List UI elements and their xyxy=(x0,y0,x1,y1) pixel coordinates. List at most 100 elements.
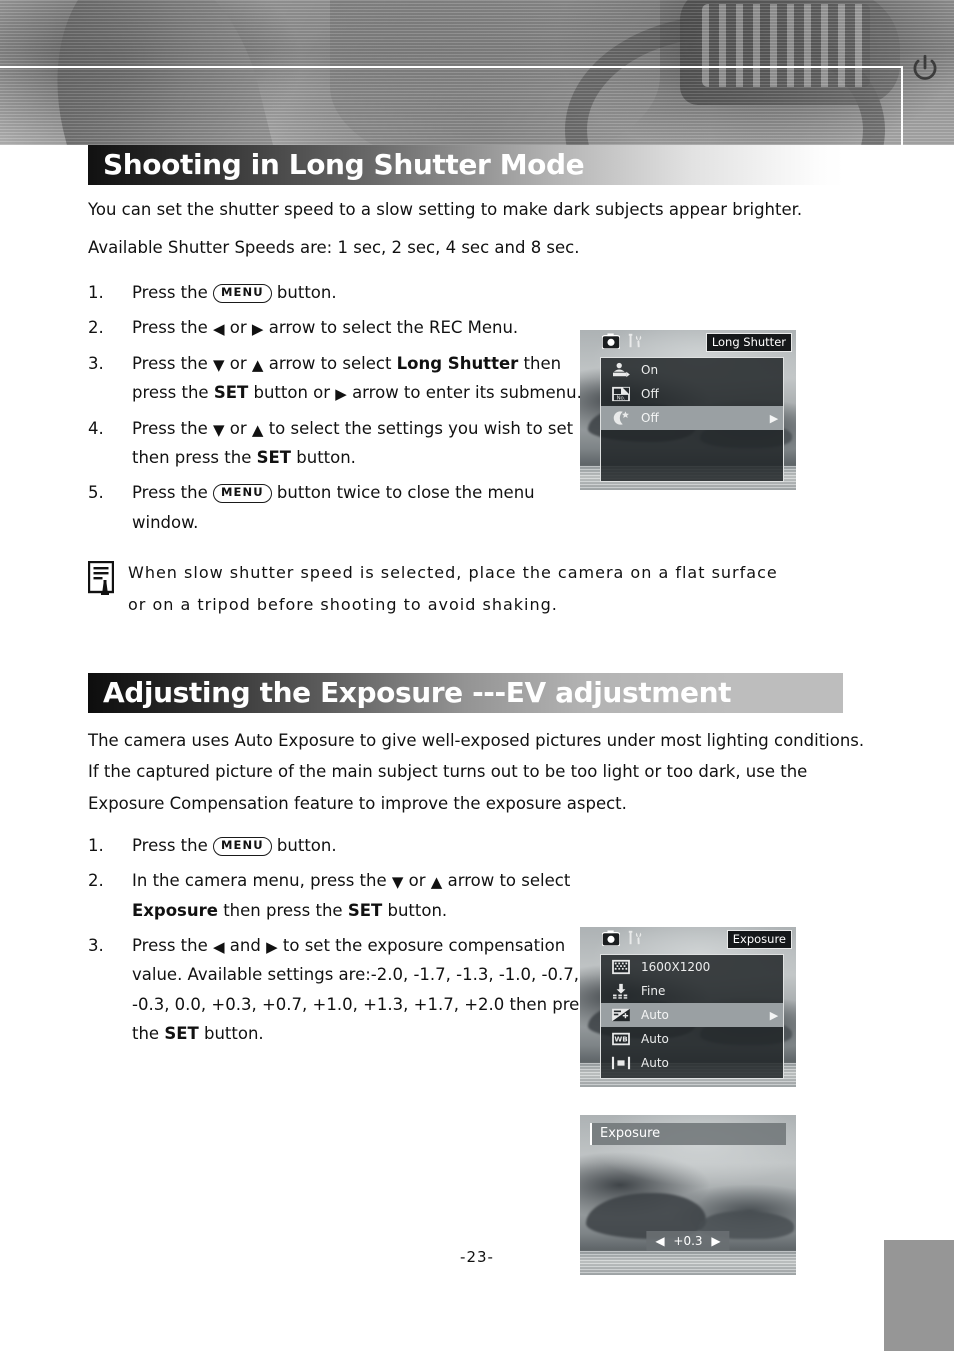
submenu-right-arrow-icon[interactable]: ▶ xyxy=(765,1009,783,1022)
section2-intro: The camera uses Auto Exposure to give we… xyxy=(88,725,878,819)
exposure-icon xyxy=(601,1007,641,1023)
step-text: arrow to select xyxy=(263,353,397,373)
step-number: 3. xyxy=(88,936,104,956)
step-text: or xyxy=(224,318,252,338)
intro-paragraph: You can set the shutter speed to a slow … xyxy=(88,200,803,219)
lcd-menu-row[interactable]: Fine xyxy=(601,979,783,1003)
lcd-menu-row[interactable]: Off ▶ xyxy=(601,406,783,430)
svg-text:No.: No. xyxy=(617,396,626,402)
file-number-icon: No. xyxy=(601,386,641,402)
lcd-menu-row[interactable]: WB Auto xyxy=(601,1027,783,1051)
power-icon xyxy=(913,54,937,80)
emphasis-text: Exposure xyxy=(132,900,218,920)
step-text: Press the xyxy=(132,936,213,956)
down-arrow-icon: ▼ xyxy=(213,355,225,374)
step-number: 1. xyxy=(88,836,104,856)
step-text: Press the xyxy=(132,318,213,338)
note-memo-icon xyxy=(88,561,114,595)
emphasis-text: Long Shutter xyxy=(396,353,519,373)
step-item: 2. Press the ◀ or ▶ arrow to select the R… xyxy=(88,313,602,342)
lcd-menu-value: 1600X1200 xyxy=(641,960,711,974)
long-shutter-moon-icon xyxy=(601,410,641,426)
intro-paragraph: The camera uses Auto Exposure to give we… xyxy=(88,731,865,813)
submenu-right-arrow-icon[interactable]: ▶ xyxy=(765,412,783,425)
ev-value: +0.3 xyxy=(673,1234,703,1248)
white-balance-icon: WB xyxy=(601,1031,641,1047)
lcd-menu-value: Off xyxy=(641,387,659,401)
step-item: 3. Press the ▼ or ▲ arrow to select Long … xyxy=(88,349,602,408)
left-arrow-icon: ◀ xyxy=(213,938,225,957)
step-text: or xyxy=(224,353,252,373)
header-horizontal-rule xyxy=(0,66,902,68)
step-text: arrow to select xyxy=(442,871,571,891)
section-heading-text: Shooting in Long Shutter Mode xyxy=(103,147,585,181)
ev-left-arrow-icon[interactable]: ◀ xyxy=(655,1234,664,1248)
quality-icon xyxy=(601,983,641,999)
lcd-menu-panel: On No. Off Off ▶ xyxy=(600,357,784,482)
step-text: Press the xyxy=(132,483,213,503)
step-number: 3. xyxy=(88,353,104,373)
step-item: 5. Press the MENU button twice to close t… xyxy=(88,478,602,537)
emphasis-text: SET xyxy=(256,447,292,467)
step-text: button or xyxy=(248,383,336,403)
tools-icon[interactable] xyxy=(626,930,644,946)
section-heading-text: Adjusting the Exposure ---EV adjustment xyxy=(103,675,732,709)
lcd-top-bar: Exposure xyxy=(580,927,796,949)
lcd-menu-value: On xyxy=(641,363,659,377)
header-vertical-rule xyxy=(901,66,903,145)
lcd-menu-row[interactable]: 1600X1200 xyxy=(601,955,783,979)
emphasis-text: SET xyxy=(164,1024,199,1044)
lcd-menu-row[interactable]: No. Off xyxy=(601,382,783,406)
lcd-top-bar: Long Shutter xyxy=(580,330,796,352)
note-text: When slow shutter speed is selected, pla… xyxy=(128,563,778,614)
left-arrow-icon: ◀ xyxy=(213,320,225,339)
right-arrow-icon: ▶ xyxy=(335,385,347,404)
resolution-icon xyxy=(601,959,641,975)
step-text: In the camera menu, press the xyxy=(132,871,392,891)
step-text: arrow to select the REC Menu. xyxy=(263,318,519,338)
section1-intro: You can set the shutter speed to a slow … xyxy=(88,197,878,260)
lcd-menu-value: Off xyxy=(641,411,659,425)
step-number: 2. xyxy=(88,318,104,338)
lcd-menu-value: Auto xyxy=(641,1032,669,1046)
tools-icon[interactable] xyxy=(626,333,644,349)
up-arrow-icon: ▲ xyxy=(251,420,264,439)
step-text: button. xyxy=(382,900,448,920)
step-text: button. xyxy=(291,447,356,467)
lcd-exposure-title-bar: Exposure xyxy=(590,1123,786,1145)
step-text: or xyxy=(403,871,431,891)
page-number: -23- xyxy=(460,1248,494,1266)
section2-step-list: 1. Press the MENU button. 2. In the camera … xyxy=(88,831,954,1049)
ev-right-arrow-icon[interactable]: ▶ xyxy=(711,1234,720,1248)
lcd-menu-row[interactable]: On xyxy=(601,358,783,382)
lcd-menu-value: Fine xyxy=(641,984,666,998)
step-item: 4. Press the ▼ or ▲ to select the setting… xyxy=(88,414,602,473)
intro-paragraph: Available Shutter Speeds are: 1 sec, 2 s… xyxy=(88,237,580,257)
lcd-screenshot-long-shutter: Long Shutter On No. Off Off ▶ xyxy=(580,330,796,490)
lcd-title-badge: Exposure xyxy=(726,930,792,949)
step-item: 1. Press the MENU button. xyxy=(88,278,602,307)
menu-button-glyph: MENU xyxy=(213,837,272,856)
lcd-menu-row[interactable]: Auto ▶ xyxy=(601,1003,783,1027)
step-text: Press the xyxy=(132,353,213,373)
lcd-menu-row[interactable]: Auto xyxy=(601,1051,783,1075)
step-item: 3. Press the ◀ and ▶ to set the exposure … xyxy=(88,931,602,1048)
page-header-banner xyxy=(0,0,954,145)
page-corner-tab xyxy=(884,1240,954,1351)
step-number: 2. xyxy=(88,871,104,891)
step-item: 1. Press the MENU button. xyxy=(88,831,602,860)
camera-icon[interactable] xyxy=(602,333,620,349)
section1-step-list: 1. Press the MENU button. 2. Press the ◀ or… xyxy=(88,278,954,537)
right-arrow-icon: ▶ xyxy=(266,938,278,957)
lcd-screenshot-exposure-menu: Exposure 1600X1200 Fine Auto ▶ WB Auto Auto xyxy=(580,927,796,1087)
step-text: Press the xyxy=(132,836,213,856)
step-text: or xyxy=(224,418,252,438)
menu-button-glyph: MENU xyxy=(213,284,272,303)
step-text: button. xyxy=(198,1024,264,1044)
header-scanline-overlay xyxy=(0,0,954,145)
camera-icon[interactable] xyxy=(602,930,620,946)
metering-icon xyxy=(601,1055,641,1071)
step-item: 2. In the camera menu, press the ▼ or ▲ a… xyxy=(88,866,602,925)
lcd-title-badge: Long Shutter xyxy=(705,333,792,352)
svg-text:WB: WB xyxy=(614,1035,627,1044)
